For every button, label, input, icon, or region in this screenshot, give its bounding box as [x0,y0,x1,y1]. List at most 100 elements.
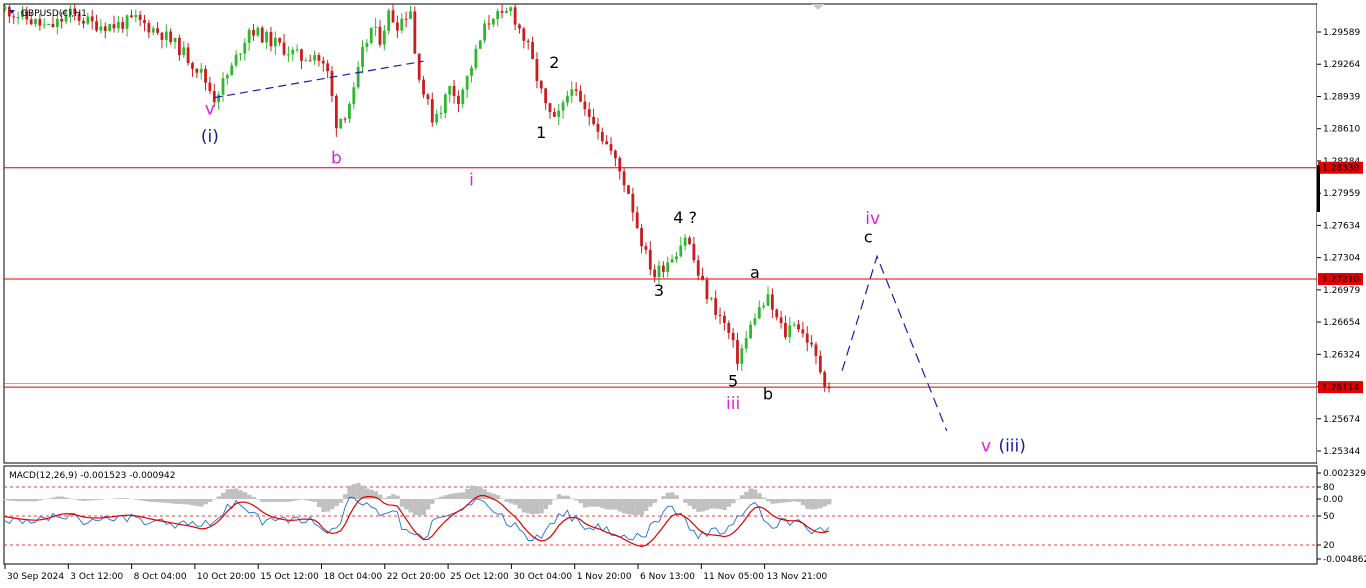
candle-body [666,262,670,272]
candle-body [243,42,247,54]
macd-hist-bar [168,499,174,504]
macd-hist-bar [439,496,444,499]
candle-body [321,60,325,64]
macd-hist-bar [316,499,322,507]
wave-label: i [469,170,474,190]
macd-hist-bar [277,499,283,502]
candle-body [29,19,33,25]
macd-hist-bar [578,499,583,504]
time-tick-label: 22 Oct 20:00 [387,572,446,582]
macd-hist-bar [399,499,405,507]
macd-hist-bar [138,499,143,501]
wave-label: (i) [201,127,219,147]
macd-hist-bar [561,495,566,499]
macd-hist-bar [726,499,732,507]
price-axis-scroll-bar[interactable] [1317,165,1320,212]
macd-hist-bar [661,496,666,499]
candle-body [439,112,443,115]
candle-body [343,118,347,120]
candle-body [657,265,661,278]
candle-body [518,24,521,29]
macd-hist-bar [207,499,213,502]
wave-label: v [981,437,991,457]
macd-hist-bar [792,499,797,502]
macd-hist-bar [709,499,714,509]
macd-pane[interactable] [3,465,1318,565]
macd-hist-bar [90,499,95,501]
macd-hist-bar [600,499,605,509]
candle-body [618,158,622,172]
candle-body [552,112,556,117]
candle-body [535,59,539,81]
macd-hist-bar [264,499,269,502]
macd-hist-bar [50,497,56,499]
candle-body [430,99,434,123]
candle-body [182,47,186,56]
candle-body [426,94,430,100]
macd-hist-bar [16,499,21,502]
macd-pane-frame [3,465,1318,565]
macd-hist-bar [648,499,653,507]
candle-body [195,68,199,73]
wave-label: iii [726,394,740,414]
candle-body [443,94,447,113]
candle-body [300,49,303,61]
candle-body [269,32,273,47]
candle-body [247,29,251,43]
candle-body [330,70,334,96]
macd-hist-bar [827,499,832,505]
candle-body [16,17,20,19]
candle-body [740,348,744,364]
candle-body [592,116,595,124]
candle-body [361,47,364,67]
macd-hist-bar [665,492,671,499]
candle-body [496,11,500,19]
macd-hist-bar [94,499,99,501]
candle-body [465,75,469,90]
macd-hist-bar [800,499,806,506]
macd-hist-bar [64,497,69,499]
candle-body [753,318,757,325]
candle-body [55,18,59,27]
macd-hist-bar [377,494,383,499]
macd-hist-bar [482,489,487,499]
macd-hist-bar [282,499,287,502]
time-tick-label: 18 Oct 04:00 [324,572,383,582]
macd-hist-bar [565,495,570,499]
candle-body [640,228,643,247]
candle-body [566,95,569,103]
macd-hist-bar [770,499,775,504]
wave-label: 1 [536,123,546,142]
macd-hist-bar [539,499,544,514]
candle-body [38,18,42,26]
price-tick-label: 1.28610 [1323,125,1360,135]
macd-hist-bar [744,491,749,499]
macd-hist-bar [434,498,440,499]
price-pane[interactable]: iiiv(i)bi124 ?3a5iiibivcv(iii) [0,0,1318,464]
candle-body [596,123,600,132]
candle-body [143,19,146,24]
macd-hist-bar [752,489,758,499]
time-tick-label: 11 Nov 05:00 [703,572,764,582]
macd-hist-bar [159,499,165,503]
wave-label: b [331,149,342,169]
time-tick-label: 3 Oct 12:00 [70,572,123,582]
macd-hist-bar [312,499,317,502]
candle-body [208,82,212,92]
candle-body [474,48,478,68]
macd-hist-bar [774,499,780,504]
wave-label: 2 [549,53,559,72]
macd-tick-label: 0.002329 [1323,469,1366,479]
macd-hist-bar [260,499,265,502]
candle-body [378,26,382,45]
price-tick-label: 1.27304 [1323,254,1360,264]
macd-hist-bar [273,499,278,502]
time-tick-label: 30 Oct 04:00 [513,572,572,582]
macd-hist-bar [508,499,514,504]
macd-hist-bar [421,499,426,515]
price-tag-label: 1.27210 [1322,275,1359,285]
candle-body [34,18,37,25]
macd-label: MACD(12,26,9) -0.001523 -0.000942 [9,471,175,481]
macd-hist-bar [177,499,182,505]
macd-hist-bar [556,494,562,499]
